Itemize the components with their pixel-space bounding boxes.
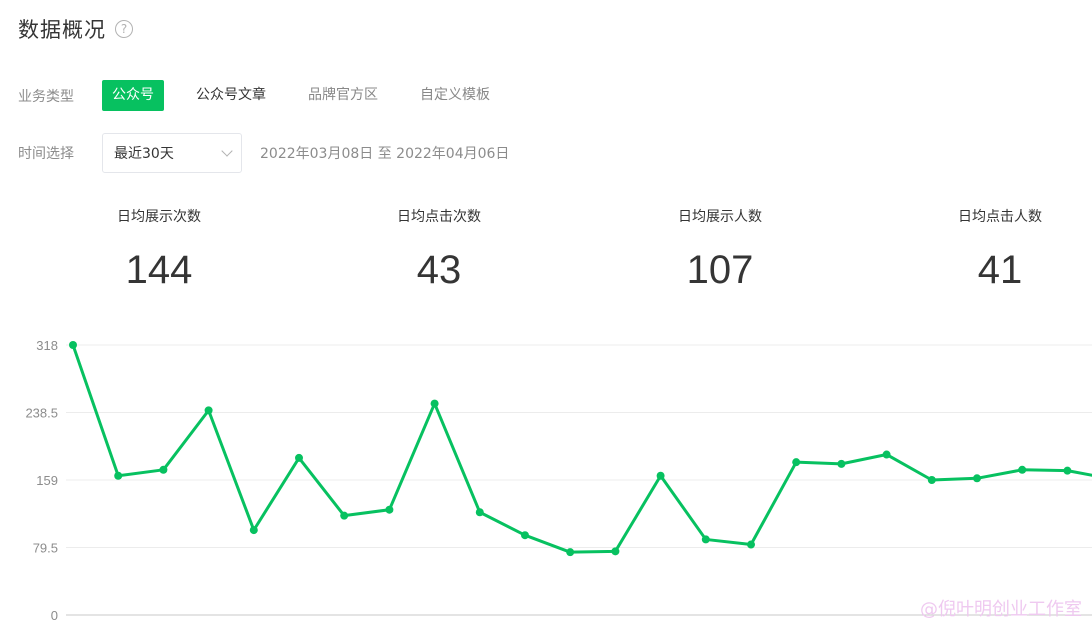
tab-official-account-article[interactable]: 公众号文章: [186, 80, 276, 111]
data-point[interactable]: [747, 540, 755, 549]
data-point[interactable]: [114, 471, 123, 480]
data-point[interactable]: [882, 450, 891, 459]
time-range-select[interactable]: 最近30天: [102, 133, 242, 173]
y-tick-label: 0: [51, 608, 58, 623]
data-point[interactable]: [566, 548, 575, 557]
stat-value: 144: [125, 248, 193, 292]
chevron-down-icon: [221, 145, 233, 157]
tab-brand-zone[interactable]: 品牌官方区: [298, 80, 388, 111]
data-point[interactable]: [837, 459, 846, 468]
data-point[interactable]: [385, 505, 394, 514]
stat-label: 日均展示次数: [117, 209, 201, 225]
y-tick-label: 318: [36, 338, 58, 353]
data-point[interactable]: [656, 471, 665, 480]
stat-value: 43: [416, 248, 462, 292]
data-point[interactable]: [159, 465, 168, 474]
data-point[interactable]: [204, 406, 213, 415]
series-line: [71, 344, 1092, 554]
time-select-label: 时间选择: [18, 146, 74, 162]
business-type-tabs: 公众号 公众号文章 品牌官方区 自定义模板: [102, 80, 522, 111]
tab-official-account[interactable]: 公众号: [102, 80, 164, 111]
stat-value: 41: [977, 248, 1023, 292]
data-point[interactable]: [1063, 466, 1072, 475]
stat-daily-impressions: 日均展示次数 144: [59, 206, 259, 293]
trend-line-chart: 318 238.5 159 79.5 0: [25, 338, 1092, 623]
data-point[interactable]: [611, 547, 620, 556]
data-point[interactable]: [340, 511, 349, 520]
watermark: @倪叶明创业工作室: [920, 599, 1082, 620]
stat-daily-clickers: 日均点击人数 41: [900, 206, 1092, 293]
data-point[interactable]: [430, 399, 439, 408]
business-type-filter: 业务类型 公众号 公众号文章 品牌官方区 自定义模板: [18, 80, 522, 111]
stat-label: 日均点击次数: [397, 209, 481, 225]
data-point[interactable]: [973, 474, 981, 483]
stat-label: 日均点击人数: [958, 209, 1042, 225]
data-point[interactable]: [295, 453, 303, 462]
business-type-label: 业务类型: [18, 88, 74, 105]
time-filter: 时间选择 最近30天 2022年03月08日 至 2022年04月06日: [18, 133, 509, 173]
data-point[interactable]: [1018, 465, 1027, 474]
time-range-select-value: 最近30天: [114, 146, 174, 162]
y-tick-label: 238.5: [25, 406, 58, 421]
stat-value: 107: [686, 248, 754, 292]
stat-label: 日均展示人数: [678, 209, 762, 225]
data-point[interactable]: [521, 531, 529, 540]
page-title: 数据概况: [18, 18, 106, 42]
data-point[interactable]: [927, 476, 936, 484]
y-tick-label: 159: [36, 473, 58, 488]
title-row: 数据概况 ?: [18, 14, 133, 44]
data-point[interactable]: [69, 341, 77, 349]
stats-summary: 日均展示次数 144 日均点击次数 43 日均展示人数 107 日均点击人数 4…: [0, 206, 1092, 306]
data-point[interactable]: [701, 535, 710, 544]
data-point[interactable]: [475, 508, 484, 517]
data-point[interactable]: [249, 526, 258, 535]
y-tick-label: 79.5: [33, 541, 58, 556]
help-icon[interactable]: ?: [115, 20, 133, 38]
stat-daily-viewers: 日均展示人数 107: [620, 206, 820, 293]
stat-daily-clicks: 日均点击次数 43: [339, 206, 539, 293]
data-point[interactable]: [792, 458, 801, 467]
date-range-text: 2022年03月08日 至 2022年04月06日: [260, 146, 510, 162]
tab-custom-template[interactable]: 自定义模板: [410, 80, 500, 111]
